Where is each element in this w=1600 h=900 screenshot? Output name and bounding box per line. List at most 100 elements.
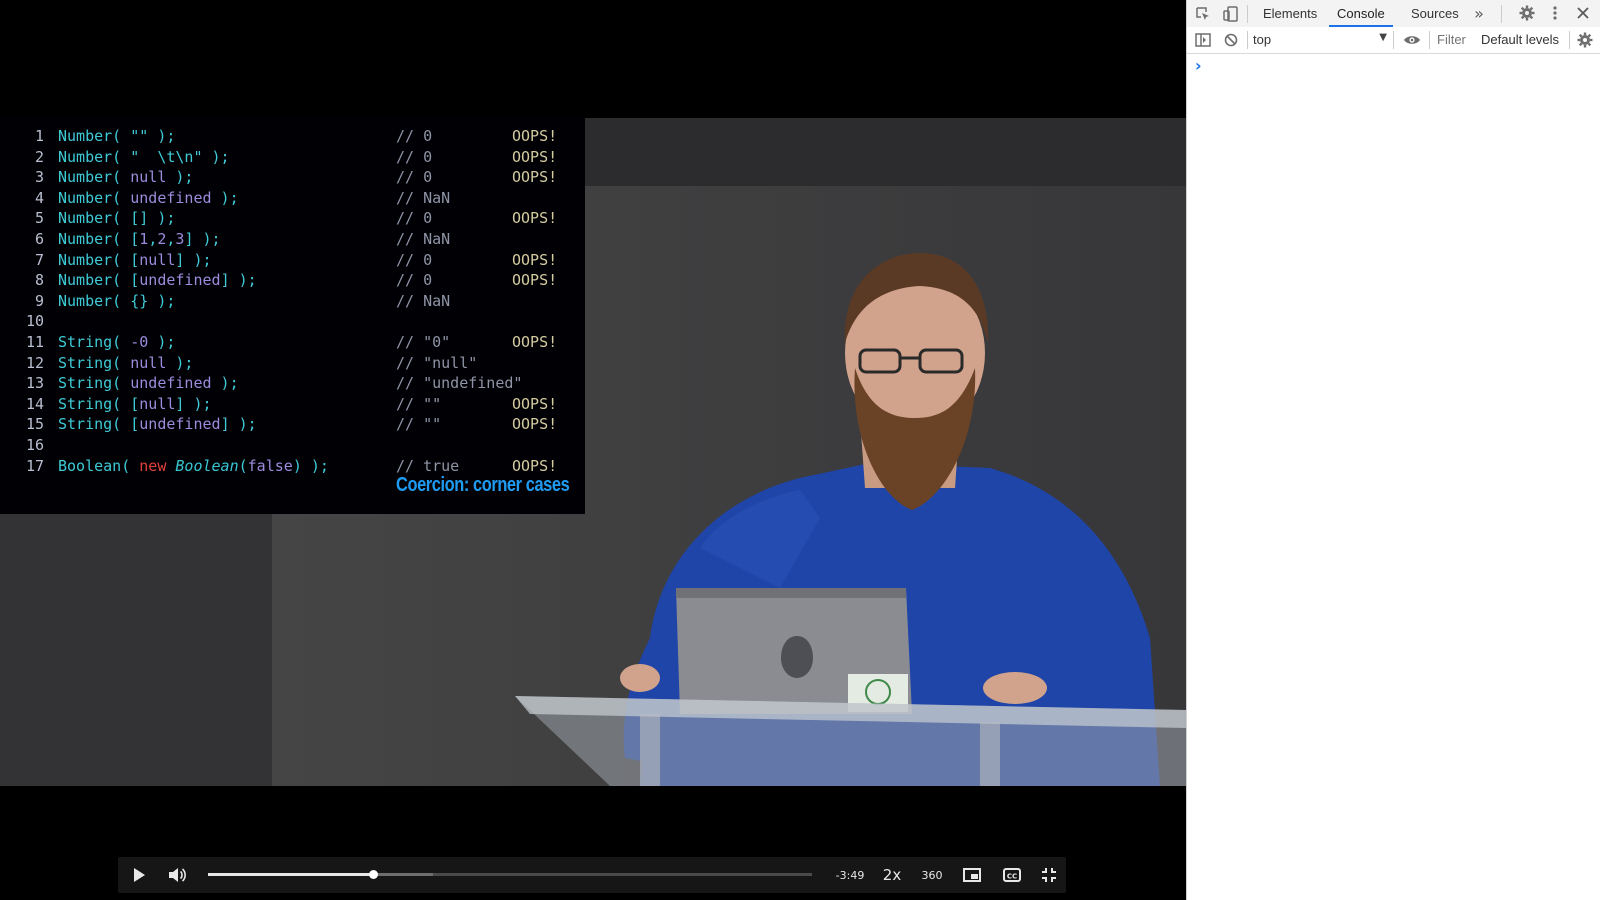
line-number: 15: [25, 415, 44, 434]
code-comment: // "": [396, 415, 442, 434]
oops-label: OOPS!: [512, 394, 558, 413]
line-number: 5: [34, 209, 44, 228]
exit-fullscreen-button[interactable]: [1032, 857, 1066, 893]
code-line: 17 Boolean( new Boolean(false) ); // true O…: [0, 456, 585, 476]
svg-text:CC: CC: [1007, 873, 1017, 881]
player-controls: -3:49 2x 360 CC: [118, 857, 1066, 893]
prompt-chevron-icon: ›: [1195, 56, 1202, 75]
video-player[interactable]: 1 Number( "" ); // 0 OOPS! 2 Number( " \t\n" …: [0, 0, 1186, 900]
code-line: 9 Number( {} ); // NaN: [0, 291, 585, 311]
exit-fullscreen-icon: [1042, 868, 1056, 882]
code-line: 12 String( null ); // "null": [0, 353, 585, 373]
inspect-element-icon[interactable]: [1193, 4, 1213, 24]
code-text: String( -0 );: [58, 333, 176, 351]
code-comment: // 0: [396, 168, 433, 187]
code-text: Number( null );: [58, 168, 194, 187]
context-value: top: [1253, 32, 1272, 47]
line-number: 12: [25, 353, 44, 372]
line-number: 17: [25, 456, 44, 475]
code-comment: // NaN: [396, 291, 451, 310]
code-text: String( [undefined] );: [58, 415, 257, 434]
pip-button[interactable]: [954, 857, 990, 893]
line-number: 11: [25, 333, 44, 351]
quality-button[interactable]: 360: [914, 857, 950, 893]
code-line: 3 Number( null ); // 0 OOPS!: [0, 167, 585, 187]
code-comment: // "null": [396, 353, 478, 372]
closed-captions-icon: CC: [1003, 868, 1021, 882]
device-toolbar-icon[interactable]: [1221, 4, 1241, 24]
oops-label: OOPS!: [512, 209, 558, 228]
code-comment: // "0": [396, 333, 451, 351]
code-text: Number( {} );: [58, 291, 176, 310]
time-remaining: -3:49: [835, 868, 865, 882]
oops-label: OOPS!: [512, 271, 558, 290]
clear-console-icon[interactable]: [1221, 30, 1241, 50]
code-line: 10: [0, 311, 585, 331]
line-number: 1: [34, 127, 44, 145]
code-comment: // "undefined": [396, 374, 523, 393]
line-number: 8: [34, 271, 44, 290]
code-slide: 1 Number( "" ); // 0 OOPS! 2 Number( " \t\n" …: [0, 118, 585, 514]
code-line: 14 String( [null] ); // "" OOPS!: [0, 394, 585, 414]
code-text: Number( [1,2,3] );: [58, 230, 221, 248]
code-text: Number( "" );: [58, 127, 176, 145]
code-text: Number( [] );: [58, 209, 176, 228]
code-line: 4 Number( undefined ); // NaN: [0, 188, 585, 208]
oops-label: OOPS!: [512, 456, 558, 475]
code-line: 1 Number( "" ); // 0 OOPS!: [0, 126, 585, 146]
line-number: 2: [34, 147, 44, 166]
sidebar-toggle-icon[interactable]: [1193, 30, 1213, 50]
oops-label: OOPS!: [512, 415, 558, 434]
code-comment: // NaN: [396, 230, 451, 248]
volume-button[interactable]: [162, 857, 192, 893]
oops-label: OOPS!: [512, 168, 558, 187]
picture-in-picture-icon: [963, 868, 981, 882]
line-number: 14: [25, 394, 44, 413]
kebab-menu-icon[interactable]: [1545, 3, 1565, 23]
code-comment: // NaN: [396, 188, 451, 207]
progress-bar[interactable]: [208, 870, 812, 879]
line-number: 4: [34, 188, 44, 207]
filter-input[interactable]: [1433, 30, 1481, 48]
tab-elements[interactable]: Elements: [1255, 0, 1325, 27]
console-toolbar: top ▼ Default levels: [1187, 27, 1600, 54]
oops-label: OOPS!: [512, 147, 558, 166]
more-tabs-icon[interactable]: »: [1469, 3, 1489, 23]
close-icon[interactable]: [1573, 3, 1593, 23]
tab-console[interactable]: Console: [1329, 0, 1393, 27]
code-text: Number( [null] );: [58, 250, 212, 269]
console-prompt[interactable]: ›: [1195, 56, 1595, 75]
code-comment: // 0: [396, 271, 433, 290]
code-line: 11 String( -0 ); // "0" OOPS!: [0, 332, 585, 352]
log-levels-dropdown[interactable]: Default levels: [1481, 32, 1559, 47]
code-text: Number( [undefined] );: [58, 271, 257, 290]
code-text: String( undefined );: [58, 374, 239, 393]
devtools-tab-bar: Elements Console Sources »: [1187, 0, 1600, 28]
console-settings-icon[interactable]: [1575, 30, 1595, 50]
context-selector[interactable]: top ▼: [1253, 30, 1387, 50]
playback-speed-button[interactable]: 2x: [874, 857, 910, 893]
code-text: Number( " \t\n" );: [58, 147, 230, 166]
code-text: Number( undefined );: [58, 188, 239, 207]
tab-sources[interactable]: Sources: [1403, 0, 1467, 27]
code-text: String( [null] );: [58, 394, 212, 413]
oops-label: OOPS!: [512, 333, 558, 351]
code-line: 5 Number( [] ); // 0 OOPS!: [0, 208, 585, 228]
live-expression-eye-icon[interactable]: [1401, 30, 1423, 50]
progress-played: [208, 873, 373, 876]
devtools-panel: Elements Console Sources » top ▼ Filter …: [1186, 0, 1600, 900]
captions-button[interactable]: CC: [994, 857, 1030, 893]
settings-icon[interactable]: [1517, 3, 1537, 23]
line-number: 13: [25, 374, 44, 393]
code-text: String( null );: [58, 353, 194, 372]
code-line: 16: [0, 435, 585, 455]
progress-scrubber[interactable]: [368, 870, 378, 879]
line-number: 7: [34, 250, 44, 269]
code-line: 2 Number( " \t\n" ); // 0 OOPS!: [0, 147, 585, 167]
slide-caption: Coercion: corner cases: [395, 474, 570, 496]
play-button[interactable]: [124, 857, 154, 893]
code-comment: // true: [396, 456, 460, 475]
code-line: 15 String( [undefined] ); // "" OOPS!: [0, 414, 585, 434]
code-line: 13 String( undefined ); // "undefined": [0, 373, 585, 393]
code-line: 8 Number( [undefined] ); // 0 OOPS!: [0, 270, 585, 290]
